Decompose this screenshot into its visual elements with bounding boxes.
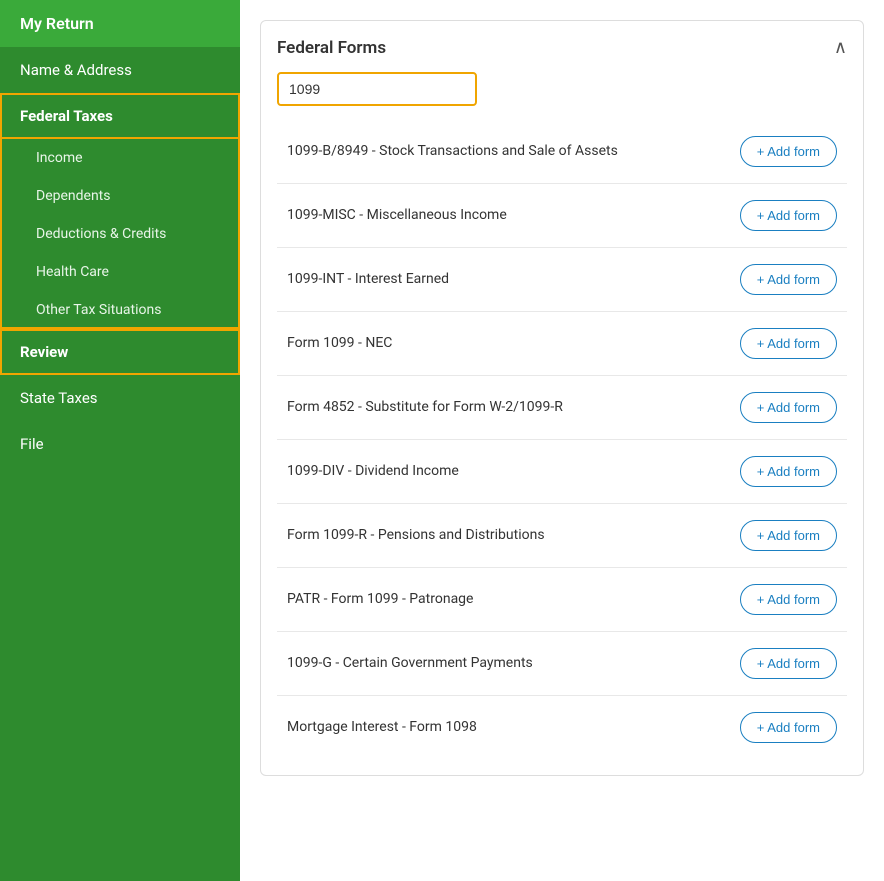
sidebar: My Return Name & Address Federal Taxes I…	[0, 0, 240, 881]
add-form-button[interactable]: + Add form	[740, 520, 837, 551]
dependents-label: Dependents	[36, 188, 110, 204]
federal-taxes-section: Federal Taxes Income Dependents Deductio…	[0, 93, 240, 329]
form-name: PATR - Form 1099 - Patronage	[287, 590, 740, 610]
panel-title: Federal Forms	[277, 38, 386, 58]
table-row: Form 4852 - Substitute for Form W-2/1099…	[277, 375, 847, 439]
sidebar-item-income[interactable]: Income	[0, 139, 240, 177]
form-name: Form 1099-R - Pensions and Distributions	[287, 526, 740, 546]
deductions-credits-label: Deductions & Credits	[36, 226, 166, 242]
form-name: Mortgage Interest - Form 1098	[287, 718, 740, 738]
form-name: 1099-DIV - Dividend Income	[287, 462, 740, 482]
sidebar-item-federal-taxes[interactable]: Federal Taxes	[0, 93, 240, 139]
sidebar-item-review[interactable]: Review	[0, 329, 240, 375]
table-row: 1099-MISC - Miscellaneous Income+ Add fo…	[277, 183, 847, 247]
main-content: Federal Forms ∧ 1099-B/8949 - Stock Tran…	[240, 0, 884, 881]
review-label: Review	[20, 343, 68, 361]
my-return-label: My Return	[20, 14, 94, 33]
sidebar-item-health-care[interactable]: Health Care	[0, 253, 240, 291]
form-name: 1099-G - Certain Government Payments	[287, 654, 740, 674]
state-taxes-label: State Taxes	[20, 389, 98, 407]
income-label: Income	[36, 150, 83, 166]
panel-header: Federal Forms ∧	[277, 37, 847, 58]
other-tax-label: Other Tax Situations	[36, 302, 161, 318]
table-row: 1099-DIV - Dividend Income+ Add form	[277, 439, 847, 503]
table-row: Form 1099 - NEC+ Add form	[277, 311, 847, 375]
sidebar-item-deductions-credits[interactable]: Deductions & Credits	[0, 215, 240, 253]
table-row: 1099-G - Certain Government Payments+ Ad…	[277, 631, 847, 695]
sidebar-item-other-tax[interactable]: Other Tax Situations	[0, 291, 240, 329]
form-name: Form 4852 - Substitute for Form W-2/1099…	[287, 398, 740, 418]
search-input[interactable]	[277, 72, 477, 106]
add-form-button[interactable]: + Add form	[740, 392, 837, 423]
add-form-button[interactable]: + Add form	[740, 648, 837, 679]
name-address-label: Name & Address	[20, 61, 132, 79]
table-row: 1099-INT - Interest Earned+ Add form	[277, 247, 847, 311]
add-form-button[interactable]: + Add form	[740, 136, 837, 167]
sidebar-item-name-address[interactable]: Name & Address	[0, 47, 240, 93]
table-row: Mortgage Interest - Form 1098+ Add form	[277, 695, 847, 759]
form-name: 1099-B/8949 - Stock Transactions and Sal…	[287, 142, 740, 162]
sidebar-item-file[interactable]: File	[0, 421, 240, 467]
health-care-label: Health Care	[36, 264, 109, 280]
form-name: 1099-MISC - Miscellaneous Income	[287, 206, 740, 226]
federal-forms-panel: Federal Forms ∧ 1099-B/8949 - Stock Tran…	[260, 20, 864, 776]
collapse-icon[interactable]: ∧	[834, 37, 847, 58]
add-form-button[interactable]: + Add form	[740, 328, 837, 359]
table-row: Form 1099-R - Pensions and Distributions…	[277, 503, 847, 567]
form-name: Form 1099 - NEC	[287, 334, 740, 354]
add-form-button[interactable]: + Add form	[740, 584, 837, 615]
file-label: File	[20, 435, 44, 453]
federal-taxes-label: Federal Taxes	[20, 107, 113, 125]
sidebar-item-dependents[interactable]: Dependents	[0, 177, 240, 215]
table-row: PATR - Form 1099 - Patronage+ Add form	[277, 567, 847, 631]
form-name: 1099-INT - Interest Earned	[287, 270, 740, 290]
add-form-button[interactable]: + Add form	[740, 264, 837, 295]
table-row: 1099-B/8949 - Stock Transactions and Sal…	[277, 120, 847, 183]
form-list: 1099-B/8949 - Stock Transactions and Sal…	[277, 120, 847, 759]
add-form-button[interactable]: + Add form	[740, 456, 837, 487]
add-form-button[interactable]: + Add form	[740, 200, 837, 231]
sidebar-item-state-taxes[interactable]: State Taxes	[0, 375, 240, 421]
add-form-button[interactable]: + Add form	[740, 712, 837, 743]
sidebar-item-my-return[interactable]: My Return	[0, 0, 240, 47]
